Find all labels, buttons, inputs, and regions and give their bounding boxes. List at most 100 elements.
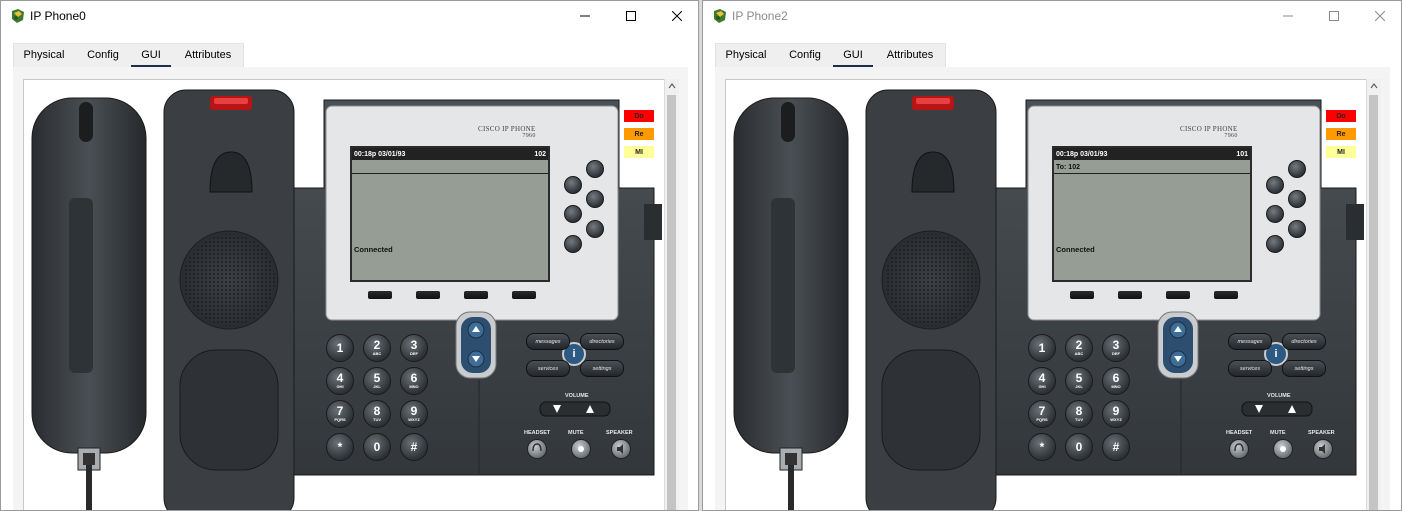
keypad-2-button[interactable]: 2 ABC [1065,334,1093,362]
softkey-3[interactable] [464,291,488,299]
mute-button[interactable] [571,439,591,459]
tab-physical[interactable]: Physical [715,43,777,67]
softkey-3[interactable] [1166,291,1190,299]
keypad-0-button[interactable]: 0 [1065,433,1093,461]
minimize-icon [580,15,590,17]
keypad-1-button[interactable]: 1 [1028,334,1056,362]
display-clock: 00:18p 03/01/93 [1056,150,1108,158]
volume-down-button[interactable] [540,402,574,416]
line-button-5[interactable] [1288,220,1306,238]
minimize-button[interactable] [1265,1,1311,31]
keypad-star-button[interactable]: * [1028,433,1056,461]
maximize-icon [626,11,636,21]
tab-physical[interactable]: Physical [13,43,75,67]
maximize-button[interactable] [608,1,654,31]
keypad-8-button[interactable]: 8 TUV [363,400,391,428]
keypad-9-button[interactable]: 9 WXYZ [400,400,428,428]
line-button-4[interactable] [1266,205,1284,223]
tab-config[interactable]: Config [781,43,829,67]
keypad-6-button[interactable]: 6 MNO [1102,367,1130,395]
keypad-2-button[interactable]: 2 ABC [363,334,391,362]
chevron-up-icon[interactable] [668,82,676,90]
close-icon [672,11,682,21]
display-clock: 00:18p 03/01/93 [354,150,406,158]
keypad-1-button[interactable]: 1 [326,334,354,362]
minimize-button[interactable] [562,1,608,31]
side-button-do[interactable]: Do [1326,110,1356,122]
line-button-2[interactable] [564,176,582,194]
ip-phone0-window[interactable]: IP Phone0 PhysicalConfigGUIAttributes [0,0,699,511]
settings-button[interactable]: settings [1282,360,1326,377]
volume-up-button[interactable] [576,402,610,416]
volume-up-button[interactable] [1278,402,1312,416]
line-button-6[interactable] [564,235,582,253]
keypad-0-button[interactable]: 0 [363,433,391,461]
info-button[interactable]: i [563,343,585,365]
directories-button[interactable]: directories [1282,333,1326,350]
softkey-2[interactable] [1118,291,1142,299]
line-button-5[interactable] [586,220,604,238]
title-bar[interactable]: IP Phone0 [1,1,698,31]
keypad-7-button[interactable]: 7 PQRS [326,400,354,428]
tab-attributes[interactable]: Attributes [877,43,943,67]
headset-button[interactable] [1229,439,1249,459]
line-button-1[interactable] [1288,160,1306,178]
keypad-5-button[interactable]: 5 JKL [363,367,391,395]
line-button-4[interactable] [564,205,582,223]
mute-button[interactable] [1273,439,1293,459]
line-button-1[interactable] [586,160,604,178]
chevron-up-icon[interactable] [1370,82,1378,90]
vertical-scrollbar[interactable] [1366,79,1381,510]
display-call-info: To: 102 [1054,161,1250,174]
title-bar[interactable]: IP Phone2 [703,1,1401,31]
keypad-star-button[interactable]: * [326,433,354,461]
softkey-1[interactable] [368,291,392,299]
softkey-1[interactable] [1070,291,1094,299]
directories-button[interactable]: directories [580,333,624,350]
speaker-label: SPEAKER [606,430,633,436]
softkey-4[interactable] [512,291,536,299]
headset-label: HEADSET [1226,430,1253,436]
vertical-scrollbar[interactable] [664,79,679,510]
info-button[interactable]: i [1265,343,1287,365]
line-button-3[interactable] [586,190,604,208]
keypad-hash-button[interactable]: # [400,433,428,461]
line-button-3[interactable] [1288,190,1306,208]
tab-gui[interactable]: GUI [833,43,873,68]
scrollbar-thumb[interactable] [1369,95,1378,510]
mute-icon [1280,446,1286,452]
keypad-8-button[interactable]: 8 TUV [1065,400,1093,428]
keypad-4-button[interactable]: 4 GHI [1028,367,1056,395]
speaker-button[interactable] [611,439,631,459]
line-button-2[interactable] [1266,176,1284,194]
tab-config[interactable]: Config [79,43,127,67]
headset-button[interactable] [527,439,547,459]
display-header: 00:18p 03/01/93 102 [352,148,548,160]
side-button-mi[interactable]: MI [624,146,654,158]
keypad-hash-button[interactable]: # [1102,433,1130,461]
softkey-2[interactable] [416,291,440,299]
keypad-4-button[interactable]: 4 GHI [326,367,354,395]
line-button-6[interactable] [1266,235,1284,253]
close-button[interactable] [654,1,698,31]
side-button-do[interactable]: Do [624,110,654,122]
softkey-4[interactable] [1214,291,1238,299]
speaker-button[interactable] [1313,439,1333,459]
tab-attributes[interactable]: Attributes [175,43,241,67]
keypad-7-button[interactable]: 7 PQRS [1028,400,1056,428]
volume-down-button[interactable] [1242,402,1276,416]
keypad-9-button[interactable]: 9 WXYZ [1102,400,1130,428]
side-button-re[interactable]: Re [624,128,654,140]
side-button-mi[interactable]: MI [1326,146,1356,158]
keypad-6-button[interactable]: 6 MNO [400,367,428,395]
close-button[interactable] [1357,1,1401,31]
tab-gui[interactable]: GUI [131,43,171,68]
ip-phone2-window[interactable]: IP Phone2 PhysicalConfigGUIAttributes [702,0,1402,511]
keypad-3-button[interactable]: 3 DEF [400,334,428,362]
settings-button[interactable]: settings [580,360,624,377]
maximize-button[interactable] [1311,1,1357,31]
keypad-5-button[interactable]: 5 JKL [1065,367,1093,395]
keypad-3-button[interactable]: 3 DEF [1102,334,1130,362]
side-button-re[interactable]: Re [1326,128,1356,140]
scrollbar-thumb[interactable] [667,95,676,510]
